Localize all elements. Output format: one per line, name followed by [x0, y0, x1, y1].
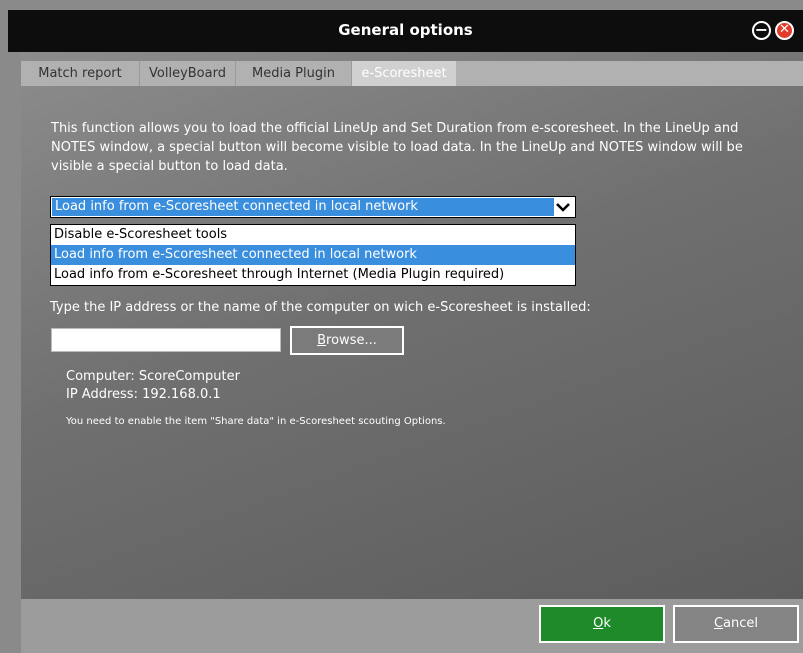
mode-select-value: Load info from e-Scoresheet connected in…	[52, 198, 554, 216]
ok-label: k	[603, 616, 611, 631]
tab-volleyboard[interactable]: VolleyBoard	[140, 61, 236, 86]
dialog-body: Match report VolleyBoard Media Plugin e-…	[21, 52, 803, 599]
mode-dropdown-list: Disable e-Scoresheet tools Load info fro…	[50, 224, 576, 286]
tab-bar: Match report VolleyBoard Media Plugin e-…	[21, 61, 803, 86]
chevron-down-icon[interactable]	[555, 199, 571, 215]
tab-e-scoresheet[interactable]: e-Scoresheet	[352, 61, 456, 86]
browse-mnemonic: B	[317, 333, 327, 348]
dropdown-option-disable[interactable]: Disable e-Scoresheet tools	[51, 225, 575, 245]
description-text: This function allows you to load the off…	[51, 121, 743, 174]
browse-label: rowse...	[326, 333, 377, 348]
mode-select[interactable]: Load info from e-Scoresheet connected in…	[50, 196, 576, 218]
tab-media-plugin[interactable]: Media Plugin	[236, 61, 352, 86]
ip-address-text: IP Address: 192.168.0.1	[66, 387, 221, 402]
cancel-label: ancel	[723, 616, 759, 631]
dropdown-option-local-network[interactable]: Load info from e-Scoresheet connected in…	[51, 245, 575, 265]
window-title: General options	[338, 21, 473, 39]
ip-address-input[interactable]	[51, 328, 281, 352]
computer-name-text: Computer: ScoreComputer	[66, 369, 240, 384]
footer-bar: Ok Cancel	[21, 599, 803, 653]
share-data-hint: You need to enable the item "Share data"…	[66, 416, 446, 427]
title-bar: General options − ✕	[8, 10, 803, 52]
dropdown-option-internet[interactable]: Load info from e-Scoresheet through Inte…	[51, 265, 575, 285]
tab-match-report[interactable]: Match report	[21, 61, 140, 86]
close-icon[interactable]: ✕	[775, 21, 794, 40]
browse-button[interactable]: Browse...	[290, 326, 404, 355]
ok-mnemonic: O	[593, 616, 604, 631]
ok-button[interactable]: Ok	[539, 605, 665, 643]
minimize-icon[interactable]: −	[752, 21, 771, 40]
ip-address-label: Type the IP address or the name of the c…	[50, 300, 591, 315]
cancel-button[interactable]: Cancel	[673, 605, 799, 643]
cancel-mnemonic: C	[713, 616, 724, 631]
